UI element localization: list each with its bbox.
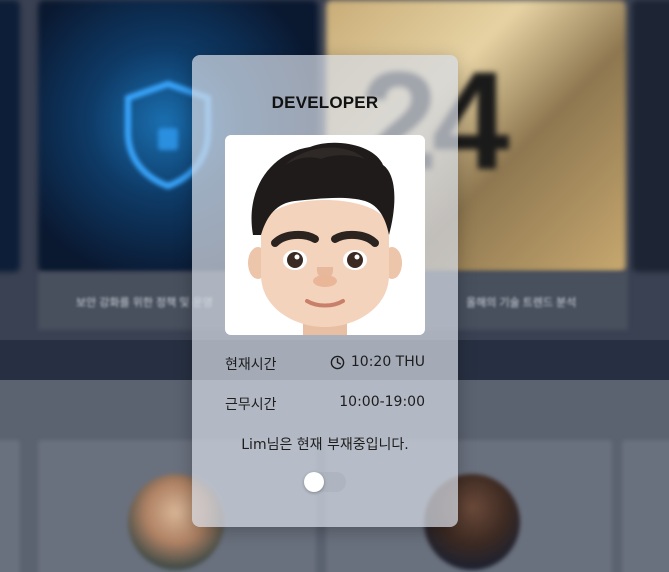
current-time-value-group: 10:20 THU: [330, 354, 425, 370]
developer-status-card: DEVELOPER 현재시간 10:20 THU 근무시간 10:00-19:0…: [192, 55, 458, 527]
work-hours-row: 근무시간 10:00-19:00: [225, 394, 425, 414]
availability-toggle[interactable]: [304, 472, 346, 492]
background-lower-card: [0, 440, 20, 572]
work-hours-value: 10:00-19:00: [339, 394, 425, 410]
status-message: Lim님은 현재 부재중입니다.: [241, 437, 409, 453]
toggle-knob[interactable]: [304, 472, 324, 492]
background-tile-left-edge: [0, 0, 20, 272]
card-title: DEVELOPER: [271, 93, 379, 112]
current-time-row: 현재시간 10:20 THU: [225, 354, 425, 374]
background-lower-card: [622, 440, 669, 572]
memoji-avatar-icon: [248, 142, 402, 335]
work-hours-label: 근무시간: [225, 397, 277, 413]
clock-icon: [330, 355, 345, 369]
background-caption-right: 올해의 기술 트렌드 분석: [466, 297, 577, 309]
current-time-value: 10:20 THU: [350, 354, 425, 370]
background-tile-right-edge: [632, 0, 669, 272]
current-time-label: 현재시간: [225, 357, 277, 373]
avatar: [225, 135, 425, 335]
